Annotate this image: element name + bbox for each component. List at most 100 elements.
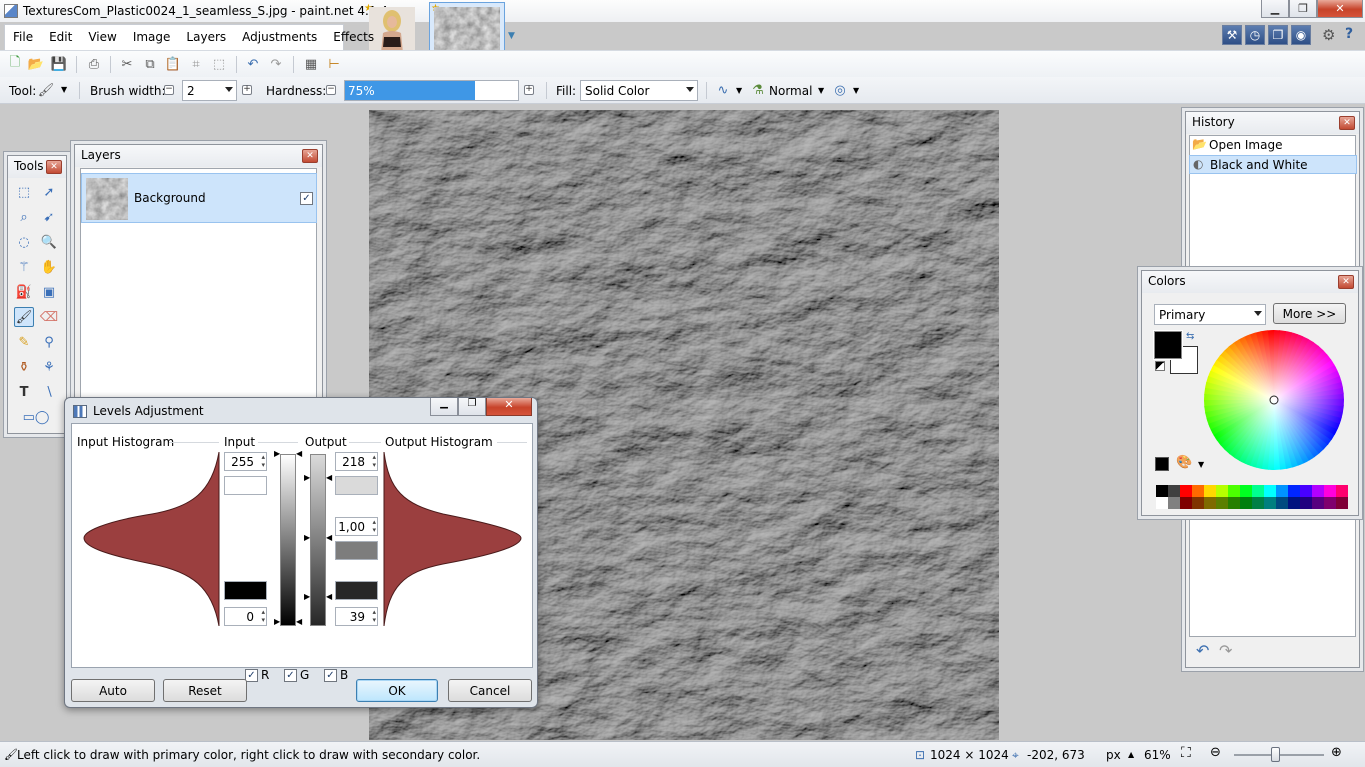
undo-icon[interactable]: ↶ bbox=[245, 56, 261, 72]
palette-swatch[interactable] bbox=[1240, 497, 1252, 509]
output-low-color-swatch[interactable] bbox=[335, 581, 378, 600]
print-icon[interactable]: ⎙ bbox=[86, 56, 102, 72]
palette-swatch[interactable] bbox=[1192, 497, 1204, 509]
palette-swatch[interactable] bbox=[1156, 497, 1168, 509]
maximize-button[interactable]: ❐ bbox=[1289, 0, 1317, 18]
hardness-decrease-button[interactable]: − bbox=[326, 85, 336, 95]
channel-r[interactable]: ✓ R bbox=[245, 668, 269, 682]
palette-swatch[interactable] bbox=[1204, 485, 1216, 497]
antialiasing-chevron-icon[interactable]: ▼ bbox=[736, 86, 742, 95]
zoom-to-window-icon[interactable]: ⛶ bbox=[1181, 745, 1191, 761]
color-mode-combo[interactable]: Primary bbox=[1154, 304, 1266, 325]
gamma-color-swatch[interactable] bbox=[335, 541, 378, 560]
input-low-handle-right-icon[interactable]: ◀ bbox=[296, 617, 302, 626]
palette-swatch[interactable] bbox=[1276, 497, 1288, 509]
save-icon[interactable]: 💾 bbox=[51, 56, 67, 72]
swap-colors-icon[interactable]: ⇆ bbox=[1186, 331, 1194, 342]
palette-swatch[interactable] bbox=[1312, 497, 1324, 509]
zoom-level[interactable]: 61% bbox=[1144, 748, 1171, 762]
close-window-button[interactable]: ✕ bbox=[1317, 0, 1363, 18]
history-item-open-image[interactable]: 📂 Open Image bbox=[1189, 136, 1357, 155]
input-high-spinner[interactable]: 255 bbox=[224, 452, 267, 471]
color-picker-icon[interactable]: ⚲ bbox=[39, 332, 59, 352]
palette-swatch[interactable] bbox=[1180, 497, 1192, 509]
menu-file[interactable]: File bbox=[5, 25, 41, 50]
input-high-handle-icon[interactable]: ▶ bbox=[274, 449, 280, 458]
palette-swatch[interactable] bbox=[1324, 485, 1336, 497]
zoom-icon[interactable]: 🔍 bbox=[39, 232, 59, 252]
add-to-palette-icon[interactable] bbox=[1155, 457, 1169, 471]
palette-swatch[interactable] bbox=[1192, 485, 1204, 497]
recolor-icon[interactable]: ⚘ bbox=[39, 357, 59, 377]
cut-icon[interactable]: ✂ bbox=[119, 56, 135, 72]
menu-edit[interactable]: Edit bbox=[41, 25, 80, 50]
blend-mode-value[interactable]: Normal bbox=[769, 84, 812, 98]
palette-swatch[interactable] bbox=[1300, 485, 1312, 497]
blend-mode-chevron-icon[interactable]: ▼ bbox=[818, 86, 824, 95]
output-gradient-bar[interactable] bbox=[310, 454, 326, 626]
input-gradient-bar[interactable] bbox=[280, 454, 296, 626]
channel-b-checkbox[interactable]: ✓ bbox=[324, 668, 337, 682]
reset-button[interactable]: Reset bbox=[163, 679, 247, 702]
hardness-increase-button[interactable]: + bbox=[524, 85, 534, 95]
paintbrush-icon[interactable]: 🖌 bbox=[14, 307, 34, 327]
grid-icon[interactable]: ▦ bbox=[303, 56, 319, 72]
palette-menu-chevron-icon[interactable]: ▼ bbox=[1198, 460, 1204, 469]
zoom-out-icon[interactable]: ⊖ bbox=[1210, 745, 1221, 760]
gamma-handle-icon[interactable]: ▶ bbox=[304, 533, 310, 542]
primary-color-swatch[interactable] bbox=[1154, 331, 1182, 359]
move-selection-icon[interactable]: ➹ bbox=[39, 207, 59, 227]
crop-to-selection-icon[interactable]: ⌗ bbox=[188, 56, 204, 72]
output-low-handle-icon[interactable]: ▶ bbox=[304, 592, 310, 601]
new-image-icon[interactable]: 🗋 bbox=[7, 55, 23, 72]
paintbrush-tool-icon[interactable]: 🖌 bbox=[38, 82, 55, 98]
palette-swatch[interactable] bbox=[1336, 485, 1348, 497]
alpha-blending-chevron-icon[interactable]: ▼ bbox=[853, 86, 859, 95]
palette-swatch[interactable] bbox=[1156, 485, 1168, 497]
palette-swatch[interactable] bbox=[1324, 497, 1336, 509]
gamma-spinner[interactable]: 1,00 bbox=[335, 517, 378, 536]
input-low-spinner[interactable]: 0 bbox=[224, 607, 267, 626]
minimize-button[interactable]: ▁ bbox=[1261, 0, 1289, 18]
output-low-handle-right-icon[interactable]: ◀ bbox=[326, 592, 332, 601]
brush-width-decrease-button[interactable]: − bbox=[164, 85, 174, 95]
layer-row-background[interactable]: Background ✓ bbox=[81, 173, 317, 223]
output-high-color-swatch[interactable] bbox=[335, 476, 378, 495]
gradient-icon[interactable]: ▣ bbox=[39, 282, 59, 302]
palette-swatch[interactable] bbox=[1168, 497, 1180, 509]
palette-swatch[interactable] bbox=[1180, 485, 1192, 497]
history-panel-close-icon[interactable]: ✕ bbox=[1339, 116, 1355, 130]
output-high-handle-right-icon[interactable]: ◀ bbox=[326, 473, 332, 482]
copy-icon[interactable]: ⧉ bbox=[142, 56, 158, 72]
palette-swatch[interactable] bbox=[1240, 485, 1252, 497]
line-curve-icon[interactable]: ∖ bbox=[39, 382, 59, 402]
input-low-color-swatch[interactable] bbox=[224, 581, 267, 600]
antialiasing-icon[interactable]: ∿ bbox=[715, 82, 731, 98]
tools-toggle-icon[interactable]: ⚒ bbox=[1222, 25, 1242, 45]
menu-image[interactable]: Image bbox=[125, 25, 179, 50]
text-tool-icon[interactable]: T bbox=[14, 382, 34, 402]
units-chevron-icon[interactable]: ▲ bbox=[1128, 750, 1134, 759]
units-selector[interactable]: px bbox=[1106, 748, 1121, 762]
input-high-color-swatch[interactable] bbox=[224, 476, 267, 495]
shapes-icon[interactable]: ▭◯ bbox=[18, 407, 54, 427]
color-wheel[interactable] bbox=[1203, 329, 1345, 471]
palette-swatch[interactable] bbox=[1264, 497, 1276, 509]
history-redo-icon[interactable]: ↷ bbox=[1219, 641, 1232, 660]
palette-swatch[interactable] bbox=[1228, 497, 1240, 509]
output-high-handle-icon[interactable]: ▶ bbox=[304, 473, 310, 482]
menu-effects[interactable]: Effects bbox=[325, 25, 382, 50]
colors-panel-close-icon[interactable]: ✕ bbox=[1338, 275, 1354, 289]
brush-width-combo[interactable]: 2 bbox=[182, 80, 237, 101]
color-palette[interactable] bbox=[1156, 485, 1348, 509]
palette-swatch[interactable] bbox=[1252, 497, 1264, 509]
cancel-button[interactable]: Cancel bbox=[448, 679, 532, 702]
zoom-in-icon[interactable]: ⊕ bbox=[1331, 745, 1342, 760]
auto-button[interactable]: Auto bbox=[71, 679, 155, 702]
ok-button[interactable]: OK bbox=[356, 679, 438, 702]
output-high-spinner[interactable]: 218 bbox=[335, 452, 378, 471]
palette-swatch[interactable] bbox=[1300, 497, 1312, 509]
reset-colors-icon[interactable] bbox=[1155, 361, 1165, 371]
brush-width-increase-button[interactable]: + bbox=[242, 85, 252, 95]
more-colors-button[interactable]: More >> bbox=[1273, 303, 1346, 324]
